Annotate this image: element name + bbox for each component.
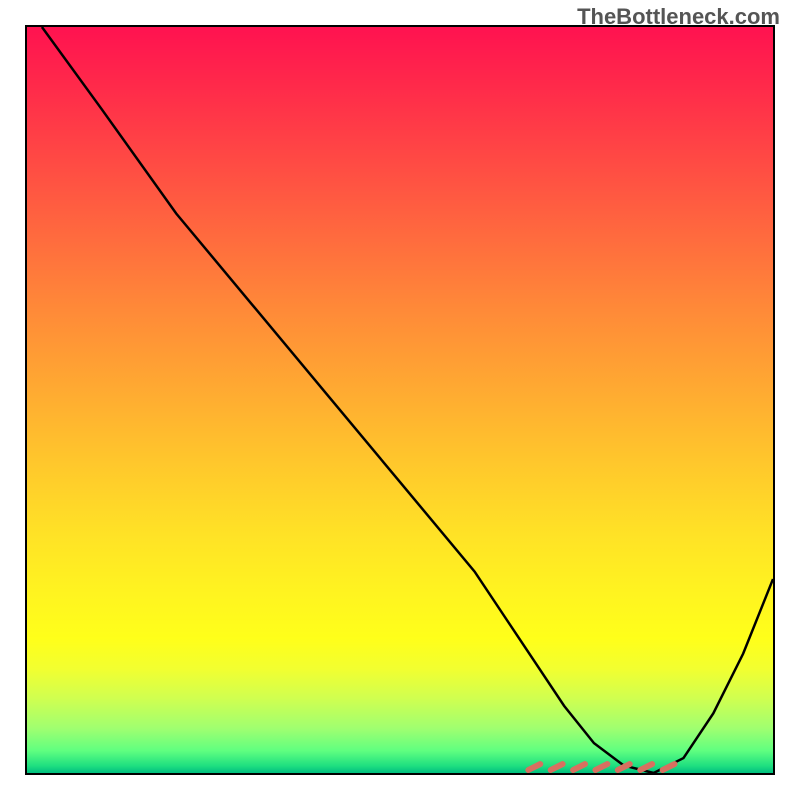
chart-plot-area xyxy=(25,25,775,775)
bottleneck-curve xyxy=(42,27,773,773)
optimal-range-marker xyxy=(528,764,674,770)
chart-curve-svg xyxy=(27,27,773,773)
watermark-text: TheBottleneck.com xyxy=(577,4,780,30)
